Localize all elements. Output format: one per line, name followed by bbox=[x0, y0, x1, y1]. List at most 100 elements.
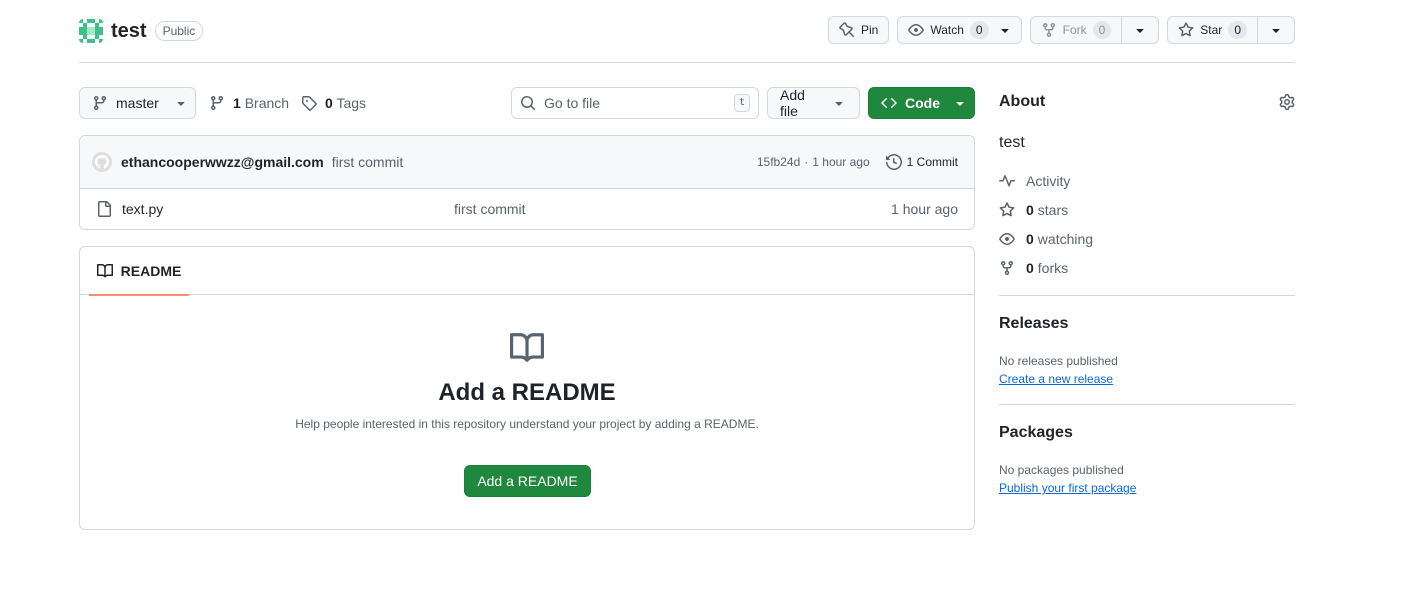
pulse-icon bbox=[999, 173, 1015, 189]
readme-empty-title: Add a README bbox=[438, 379, 616, 406]
commit-message-link[interactable]: first commit bbox=[332, 154, 404, 170]
sidebar-divider bbox=[999, 404, 1295, 405]
star-count: 0 bbox=[1228, 21, 1247, 39]
fork-label: Fork bbox=[1062, 23, 1087, 37]
packages-heading[interactable]: Packages bbox=[999, 424, 1073, 442]
create-release-link[interactable]: Create a new release bbox=[999, 372, 1113, 386]
repo-name-link[interactable]: test bbox=[111, 20, 147, 43]
star-icon bbox=[1178, 22, 1194, 38]
fork-dropdown[interactable] bbox=[1121, 17, 1158, 43]
forks-label: forks bbox=[1037, 260, 1069, 276]
file-name-link[interactable]: text.py bbox=[122, 201, 163, 217]
readme-panel: README Add a README Help people interest… bbox=[79, 246, 975, 530]
branch-count-label: Branch bbox=[244, 95, 290, 111]
go-to-file-input[interactable]: Go to file t bbox=[511, 87, 759, 119]
watching-link[interactable]: 0 watching bbox=[999, 231, 1093, 247]
fork-icon bbox=[1041, 22, 1057, 38]
header-divider bbox=[79, 62, 1295, 63]
forks-count: 0 bbox=[1026, 260, 1034, 276]
fork-button[interactable]: Fork 0 bbox=[1029, 16, 1160, 44]
tag-count-label: Tags bbox=[336, 95, 367, 111]
repo-title-group: test Public bbox=[79, 17, 204, 45]
watch-count: 0 bbox=[969, 21, 989, 39]
branch-count: 1 bbox=[233, 95, 241, 111]
releases-heading[interactable]: Releases bbox=[999, 315, 1068, 333]
branch-select-button[interactable]: master bbox=[79, 87, 196, 119]
fork-icon bbox=[999, 260, 1015, 276]
star-dropdown[interactable] bbox=[1257, 17, 1294, 43]
file-icon bbox=[96, 201, 112, 217]
commits-count-label: 1 Commit bbox=[906, 155, 958, 169]
avatar[interactable] bbox=[92, 152, 112, 172]
add-readme-button[interactable]: Add a README bbox=[464, 465, 591, 497]
activity-link[interactable]: Activity bbox=[999, 173, 1070, 189]
tag-count: 0 bbox=[325, 95, 333, 111]
code-caret-icon bbox=[952, 95, 968, 111]
go-to-file-placeholder: Go to file bbox=[544, 95, 601, 111]
eye-icon bbox=[999, 231, 1015, 247]
fork-count: 0 bbox=[1092, 21, 1112, 39]
commit-hash-link[interactable]: 15fb24d bbox=[757, 155, 800, 169]
repo-actions: Pin Watch 0 Fork 0 Star 0 bbox=[828, 16, 1295, 44]
file-commit-message-link[interactable]: first commit bbox=[454, 201, 526, 217]
watch-caret-icon[interactable] bbox=[997, 22, 1013, 38]
commit-meta: 15fb24d · 1 hour ago 1 Commit bbox=[757, 154, 958, 170]
gear-icon[interactable] bbox=[1279, 94, 1295, 110]
stars-label: stars bbox=[1037, 202, 1069, 218]
star-label: Star bbox=[1200, 23, 1223, 37]
pin-label: Pin bbox=[861, 23, 879, 37]
code-button[interactable]: Code bbox=[868, 87, 975, 119]
commit-meta-separator: · bbox=[804, 155, 809, 169]
table-row[interactable]: text.py first commit 1 hour ago bbox=[80, 189, 974, 229]
stars-link[interactable]: 0 stars bbox=[999, 202, 1068, 218]
pin-icon bbox=[839, 22, 855, 38]
book-icon bbox=[96, 263, 113, 279]
releases-empty-text: No releases published bbox=[999, 354, 1118, 368]
book-icon bbox=[510, 331, 544, 365]
file-commit-time: 1 hour ago bbox=[891, 201, 958, 217]
branch-name: master bbox=[116, 95, 159, 111]
tags-link[interactable]: 0 Tags bbox=[301, 95, 366, 111]
commit-time: 1 hour ago bbox=[812, 155, 870, 169]
watch-button[interactable]: Watch 0 bbox=[897, 16, 1022, 44]
repo-avatar-icon bbox=[79, 19, 103, 43]
file-browser: ethancooperwwzz@gmail.com first commit 1… bbox=[79, 135, 975, 230]
branch-caret-icon bbox=[173, 95, 189, 111]
sidebar-divider bbox=[999, 295, 1295, 296]
about-description: test bbox=[999, 134, 1025, 151]
history-icon bbox=[885, 154, 902, 170]
readme-tabbar: README bbox=[80, 247, 974, 296]
star-button[interactable]: Star 0 bbox=[1167, 16, 1295, 44]
eye-icon bbox=[908, 22, 925, 38]
add-file-label: Add file bbox=[780, 87, 805, 119]
add-file-button[interactable]: Add file bbox=[767, 87, 860, 119]
search-icon bbox=[520, 95, 536, 111]
tag-icon bbox=[301, 95, 317, 111]
publish-package-link[interactable]: Publish your first package bbox=[999, 481, 1136, 495]
readme-tab-label: README bbox=[120, 263, 182, 279]
repo-toolbar: master 1 Branch 0 Tags Go to file t Add … bbox=[79, 87, 975, 119]
latest-commit-row: ethancooperwwzz@gmail.com first commit 1… bbox=[80, 136, 974, 189]
code-label: Code bbox=[905, 95, 940, 111]
star-caret-icon bbox=[1268, 22, 1284, 38]
add-file-caret-icon bbox=[831, 95, 847, 111]
packages-empty-text: No packages published bbox=[999, 463, 1124, 477]
watch-label: Watch bbox=[930, 23, 964, 37]
readme-empty-description: Help people interested in this repositor… bbox=[295, 417, 759, 431]
tab-readme[interactable]: README bbox=[89, 247, 189, 296]
forks-link[interactable]: 0 forks bbox=[999, 260, 1068, 276]
pin-button[interactable]: Pin bbox=[828, 16, 890, 44]
commits-history-link[interactable]: 1 Commit bbox=[885, 154, 958, 170]
fork-caret-icon bbox=[1132, 22, 1148, 38]
visibility-badge: Public bbox=[154, 21, 204, 41]
git-branch-icon bbox=[209, 95, 225, 111]
about-heading: About bbox=[999, 93, 1046, 110]
branch-tag-counts: 1 Branch 0 Tags bbox=[209, 87, 366, 119]
star-icon bbox=[999, 202, 1015, 218]
git-branch-icon bbox=[92, 95, 108, 111]
commit-author-link[interactable]: ethancooperwwzz@gmail.com bbox=[121, 154, 324, 170]
branches-link[interactable]: 1 Branch bbox=[209, 95, 289, 111]
stars-count: 0 bbox=[1026, 202, 1034, 218]
code-icon bbox=[881, 95, 897, 111]
activity-label: Activity bbox=[1026, 173, 1071, 189]
